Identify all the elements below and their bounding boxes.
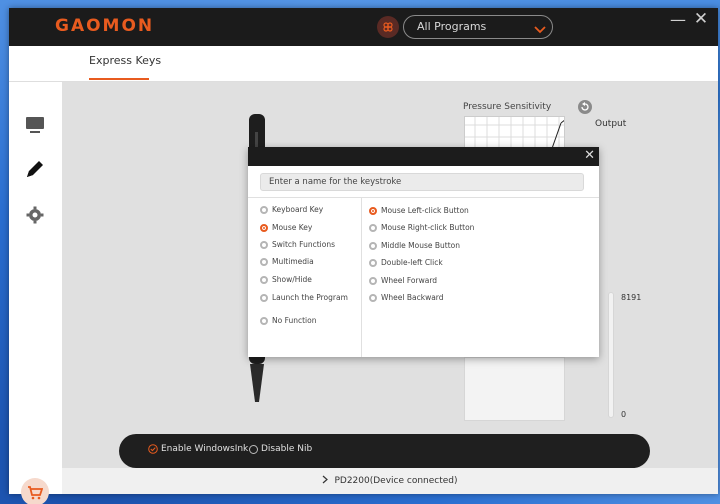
close-button[interactable]: ✕ xyxy=(692,9,710,29)
category-label: No Function xyxy=(272,316,317,325)
sidebar xyxy=(9,82,62,504)
dialog-column-divider xyxy=(361,198,362,357)
disable-nib-checkbox[interactable]: Disable Nib xyxy=(249,444,312,454)
title-bar: GAOMON All Programs — ✕ xyxy=(9,8,718,46)
category-label: Launch the Program xyxy=(272,293,348,302)
radio-selected-icon xyxy=(260,223,268,232)
mouse-action-label: Mouse Right-click Button xyxy=(381,223,475,232)
active-tab-indicator xyxy=(89,78,149,80)
middle-mouse-option[interactable]: Middle Mouse Button xyxy=(369,241,460,250)
radio-icon xyxy=(369,241,377,250)
mouse-action-label: Mouse Left-click Button xyxy=(381,206,469,215)
category-keyboard-key[interactable]: Keyboard Key xyxy=(260,205,323,214)
radio-icon xyxy=(369,293,377,302)
radio-icon xyxy=(260,293,268,302)
enable-windowsink-label: Enable WindowsInk xyxy=(161,444,249,454)
shop-cart-button[interactable] xyxy=(21,478,49,504)
mouse-action-label: Wheel Forward xyxy=(381,276,438,285)
radio-icon xyxy=(260,275,268,284)
wheel-forward-option[interactable]: Wheel Forward xyxy=(369,276,437,285)
dialog-close-button[interactable]: ✕ xyxy=(584,147,595,165)
category-launch-program[interactable]: Launch the Program xyxy=(260,293,348,302)
tab-express-keys[interactable]: Express Keys xyxy=(89,54,161,67)
pressure-min-value: 0 xyxy=(621,410,627,419)
category-label: Keyboard Key xyxy=(272,205,324,214)
pen-options-bar: Enable WindowsInk Disable Nib xyxy=(119,434,650,468)
category-multimedia[interactable]: Multimedia xyxy=(260,257,314,266)
radio-icon xyxy=(369,276,377,285)
pressure-sensitivity-title: Pressure Sensitivity xyxy=(463,102,552,112)
dialog-divider xyxy=(248,197,599,198)
category-no-function[interactable]: No Function xyxy=(260,316,316,325)
sidebar-settings-button[interactable] xyxy=(22,202,48,228)
reset-icon xyxy=(581,102,589,111)
mouse-action-label: Wheel Backward xyxy=(381,293,444,302)
radio-icon xyxy=(260,316,268,325)
checkbox-unchecked-icon xyxy=(249,444,258,454)
sidebar-pen-button[interactable] xyxy=(22,156,48,182)
radio-icon xyxy=(260,240,268,249)
category-label: Mouse Key xyxy=(272,223,313,232)
radio-icon xyxy=(369,223,377,232)
program-icon[interactable] xyxy=(377,16,399,38)
monitor-icon xyxy=(26,117,44,133)
disable-nib-label: Disable Nib xyxy=(261,444,313,454)
category-label: Switch Functions xyxy=(272,240,335,249)
mouse-action-label: Middle Mouse Button xyxy=(381,241,460,250)
radio-selected-icon xyxy=(369,206,377,215)
keystroke-name-input[interactable]: Enter a name for the keystroke xyxy=(260,173,584,191)
dialog-header: ✕ xyxy=(248,147,599,166)
program-select[interactable]: All Programs xyxy=(403,15,553,39)
wheel-backward-option[interactable]: Wheel Backward xyxy=(369,293,444,302)
category-label: Multimedia xyxy=(272,257,314,266)
cart-icon xyxy=(28,485,43,499)
sidebar-display-button[interactable] xyxy=(22,112,48,138)
pressure-max-value: 8191 xyxy=(621,293,642,302)
output-axis-label: Output xyxy=(595,119,627,129)
category-show-hide[interactable]: Show/Hide xyxy=(260,275,312,284)
chevron-down-icon xyxy=(534,21,546,43)
device-status-text: PD2200(Device connected) xyxy=(334,476,458,486)
radio-icon xyxy=(260,257,268,266)
double-left-click-option[interactable]: Double-left Click xyxy=(369,258,443,267)
keystroke-dialog: ✕ Enter a name for the keystroke Keyboar… xyxy=(248,147,599,357)
category-mouse-key[interactable]: Mouse Key xyxy=(260,223,312,232)
mouse-action-label: Double-left Click xyxy=(381,258,443,267)
device-status-bar[interactable]: PD2200(Device connected) xyxy=(62,468,718,494)
category-label: Show/Hide xyxy=(272,275,312,284)
tab-bar: Express Keys xyxy=(9,46,718,82)
category-switch-functions[interactable]: Switch Functions xyxy=(260,240,335,249)
gear-icon xyxy=(26,206,44,224)
pressure-test-area[interactable] xyxy=(464,357,565,421)
pen-icon xyxy=(27,161,43,177)
chevron-right-icon xyxy=(322,475,329,487)
checkbox-checked-icon xyxy=(148,444,158,454)
radio-icon xyxy=(369,258,377,267)
minimize-button[interactable]: — xyxy=(669,10,687,29)
reset-button[interactable] xyxy=(578,100,592,114)
program-select-value: All Programs xyxy=(417,20,487,33)
pressure-slider[interactable] xyxy=(608,292,614,418)
gaomon-logo: GAOMON xyxy=(55,16,155,36)
radio-icon xyxy=(260,205,268,214)
mouse-left-click-option[interactable]: Mouse Left-click Button xyxy=(369,206,469,215)
mouse-right-click-option[interactable]: Mouse Right-click Button xyxy=(369,223,474,232)
enable-windowsink-checkbox[interactable]: Enable WindowsInk xyxy=(148,444,248,454)
